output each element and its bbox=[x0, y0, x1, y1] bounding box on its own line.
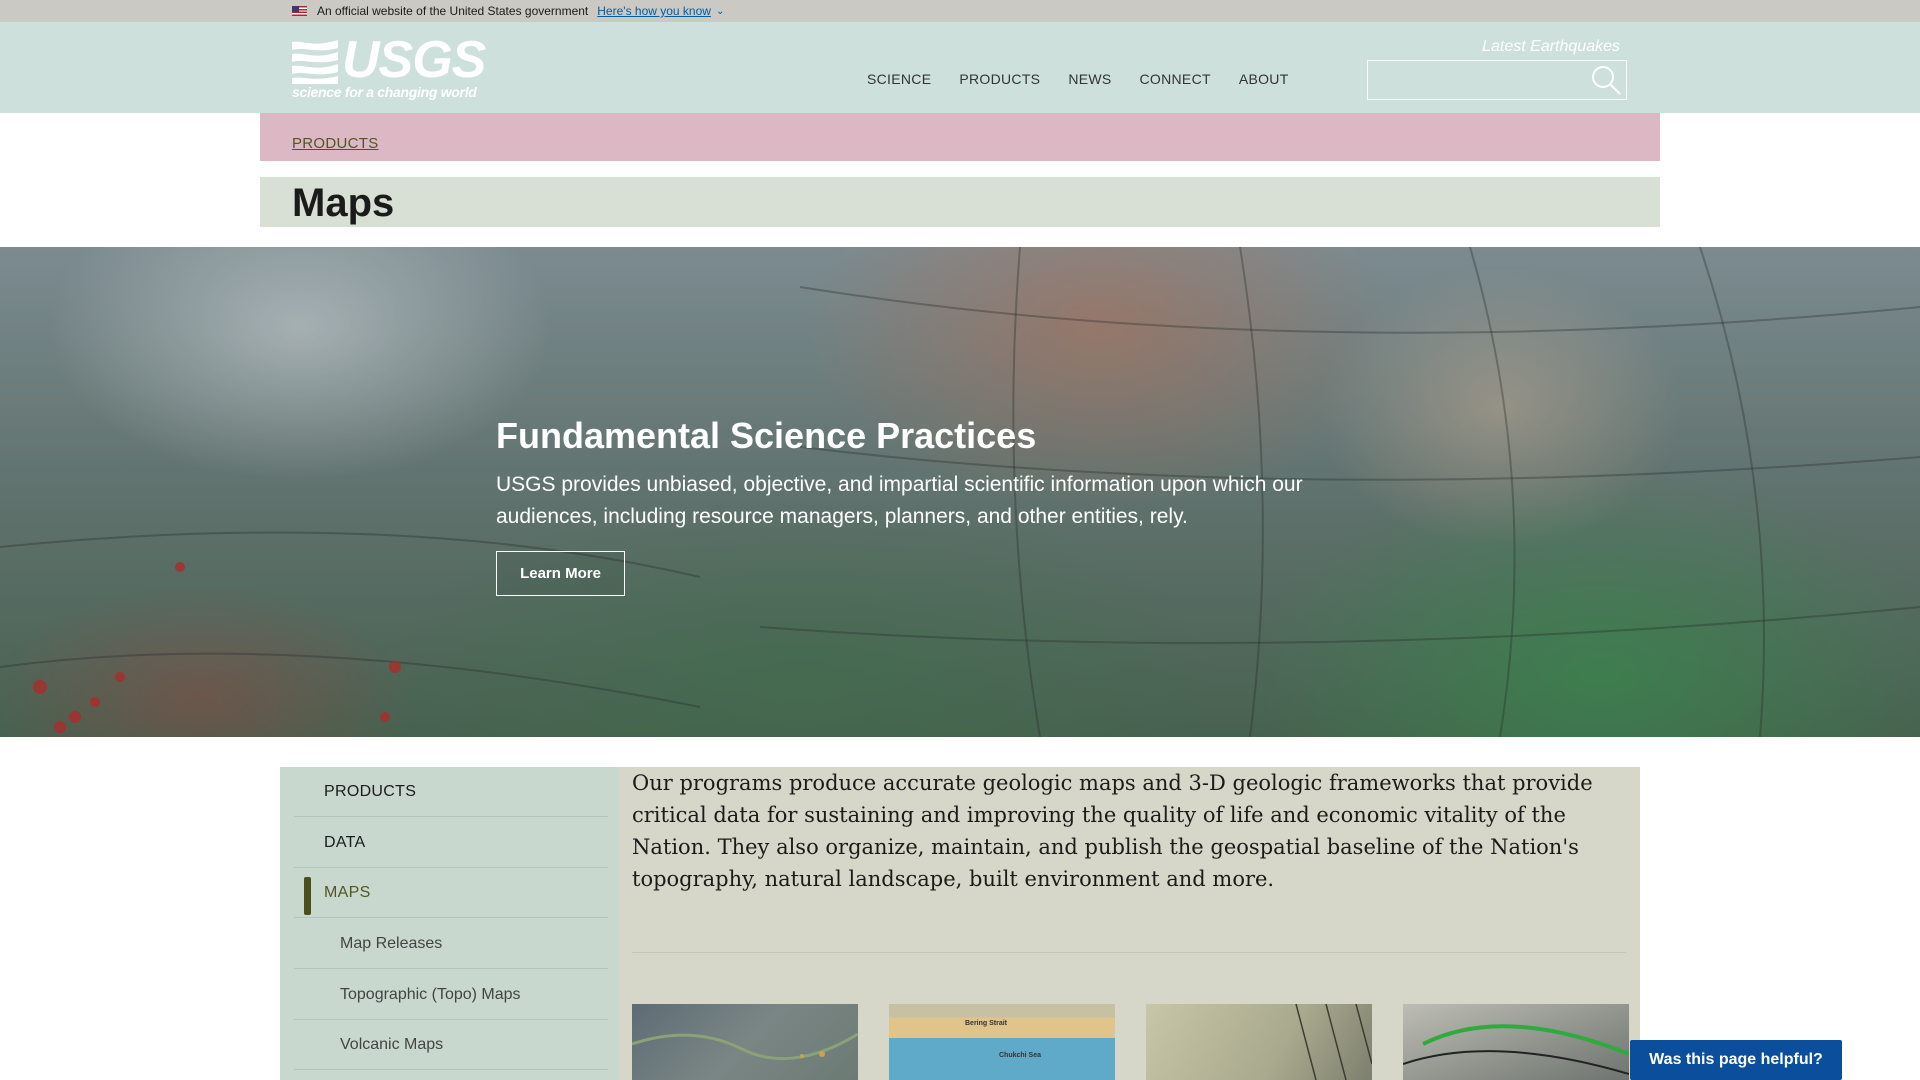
nav-about[interactable]: ABOUT bbox=[1239, 71, 1289, 87]
sidebar-item-data[interactable]: DATA bbox=[294, 818, 608, 868]
map-thumbnail[interactable] bbox=[632, 1004, 858, 1080]
map-thumbnail[interactable] bbox=[1403, 1004, 1629, 1080]
usgs-wave-icon bbox=[292, 40, 338, 84]
active-indicator bbox=[304, 877, 311, 915]
sidebar-item-volcanic-maps[interactable]: Volcanic Maps bbox=[294, 1020, 608, 1070]
latest-earthquakes-link[interactable]: Latest Earthquakes bbox=[1482, 38, 1620, 56]
gov-banner: An official website of the United States… bbox=[0, 0, 1920, 22]
logo-wordmark: USGS bbox=[342, 31, 486, 89]
sidebar-item-label: MAPS bbox=[324, 883, 371, 901]
map-label: Bering Strait bbox=[965, 1020, 1008, 1027]
sidebar-item-label: Map Releases bbox=[340, 934, 443, 952]
us-flag-icon bbox=[292, 6, 307, 16]
heres-how-you-know-link[interactable]: Here's how you know bbox=[597, 4, 711, 18]
sidebar-item-label: Topographic (Topo) Maps bbox=[340, 985, 521, 1003]
gov-banner-inner: An official website of the United States… bbox=[292, 4, 724, 18]
sidebar-item-maps[interactable]: MAPS bbox=[294, 868, 608, 918]
logo-tagline: science for a changing world bbox=[292, 84, 477, 100]
page-feedback-button[interactable]: Was this page helpful? bbox=[1630, 1040, 1842, 1080]
main-nav: SCIENCE PRODUCTS NEWS CONNECT ABOUT bbox=[867, 71, 1289, 87]
map-thumbnail[interactable] bbox=[1146, 1004, 1372, 1080]
nav-science[interactable]: SCIENCE bbox=[867, 71, 931, 87]
sidebar-item-topo-maps[interactable]: Topographic (Topo) Maps bbox=[294, 970, 608, 1020]
hero-text: USGS provides unbiased, objective, and i… bbox=[496, 473, 1303, 528]
nav-products[interactable]: PRODUCTS bbox=[959, 71, 1040, 87]
learn-more-button[interactable]: Learn More bbox=[496, 551, 625, 596]
nav-news[interactable]: NEWS bbox=[1068, 71, 1111, 87]
breadcrumb: PRODUCTS bbox=[260, 113, 1660, 161]
usgs-logo[interactable]: USGS science for a changing world bbox=[292, 31, 486, 102]
nav-connect[interactable]: CONNECT bbox=[1140, 71, 1211, 87]
sidebar-item-label: DATA bbox=[324, 833, 366, 851]
page-title: Maps bbox=[292, 181, 395, 225]
sidebar-item-products[interactable]: PRODUCTS bbox=[294, 767, 608, 817]
map-thumbnail[interactable]: Bering Strait Chukchi Sea bbox=[889, 1004, 1115, 1080]
map-thumbnail-graphic bbox=[632, 1032, 858, 1061]
gov-banner-text: An official website of the United States… bbox=[317, 4, 589, 18]
sidebar-item-label: PRODUCTS bbox=[324, 782, 417, 800]
search-box bbox=[1367, 60, 1627, 100]
site-header: USGS science for a changing world SCIENC… bbox=[0, 22, 1920, 113]
divider bbox=[632, 952, 1626, 953]
sidebar-nav: PRODUCTS DATA MAPS Map Releases Topograp… bbox=[280, 767, 619, 1080]
hero-banner: Fundamental Science Practices USGS provi… bbox=[0, 247, 1920, 737]
intro-paragraph: Our programs produce accurate geologic m… bbox=[632, 771, 1593, 891]
map-label: Chukchi Sea bbox=[999, 1052, 1042, 1059]
breadcrumb-products-link[interactable]: PRODUCTS bbox=[292, 135, 379, 152]
sidebar-item-label: Volcanic Maps bbox=[340, 1035, 444, 1053]
map-thumbnail-graphic bbox=[1295, 1004, 1372, 1080]
page-title-bar: Maps bbox=[260, 177, 1660, 227]
sidebar-item-map-releases[interactable]: Map Releases bbox=[294, 919, 608, 969]
search-input[interactable] bbox=[1368, 61, 1588, 99]
main-content: Our programs produce accurate geologic m… bbox=[619, 767, 1640, 1080]
search-icon[interactable] bbox=[1590, 64, 1622, 96]
hero-title: Fundamental Science Practices bbox=[496, 415, 1037, 456]
map-thumbnail-graphic bbox=[1403, 1024, 1629, 1075]
chevron-down-icon[interactable]: ⌄ bbox=[716, 6, 724, 17]
